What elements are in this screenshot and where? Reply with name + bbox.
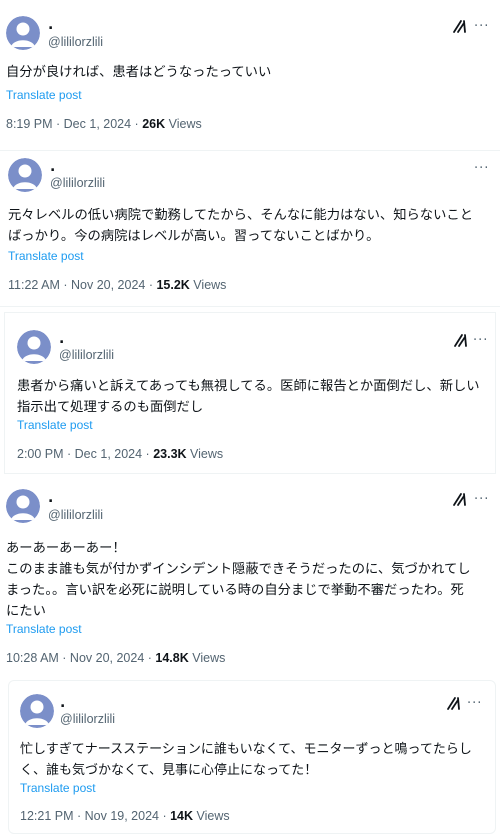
author-handle[interactable]: @lililorzlili — [48, 34, 103, 50]
more-options-icon[interactable]: ··· — [473, 334, 488, 347]
view-count: 14K — [170, 809, 194, 823]
default-avatar-icon — [6, 16, 40, 50]
post-timestamp[interactable]: 2:00 PM · Dec 1, 2024 · — [17, 447, 153, 461]
grok-icon[interactable] — [452, 491, 468, 507]
post-timestamp[interactable]: 10:28 AM · Nov 20, 2024 · — [6, 651, 155, 665]
post-text-line: 忙しすぎてナースステーションに誰もいなくて、モニターずっと鳴ってたらし — [20, 742, 472, 757]
post-timestamp[interactable]: 12:21 PM · Nov 19, 2024 · — [20, 809, 170, 823]
post-card[interactable]: . @lililorzlili ··· 忙しすぎてナースステーションに誰もいなく… — [8, 680, 496, 834]
post-meta: 2:00 PM · Dec 1, 2024 · 23.3K Views — [17, 446, 223, 462]
grok-icon[interactable] — [452, 18, 468, 34]
views-label: Views — [189, 278, 227, 292]
translate-post-link[interactable]: Translate post — [6, 87, 82, 103]
post-text-line: にたい — [6, 604, 46, 619]
post-text-line: 自分が良ければ、患者はどうなったっていい — [6, 65, 272, 80]
author-name[interactable]: . — [50, 160, 55, 174]
post-meta: 8:19 PM · Dec 1, 2024 · 26K Views — [6, 116, 202, 132]
translate-post-link[interactable]: Translate post — [6, 621, 82, 637]
author-handle[interactable]: @lililorzlili — [59, 347, 114, 363]
more-options-icon[interactable]: ··· — [467, 697, 482, 710]
avatar[interactable] — [17, 330, 51, 364]
post-text: 患者から痛いと訴えてあっても無視してる。医師に報告とか面倒だし、新しい 指示出て… — [17, 376, 480, 418]
grok-icon[interactable] — [453, 332, 469, 348]
post-card[interactable]: . @lililorzlili ··· 患者から痛いと訴えてあっても無視してる。… — [4, 312, 496, 474]
grok-icon[interactable] — [446, 695, 462, 711]
post-text-line: このまま誰も気が付かずインシデント隠蔽できそうだったのに、気づかれてし — [6, 562, 471, 577]
more-options-icon[interactable]: ··· — [474, 20, 489, 33]
translate-post-link[interactable]: Translate post — [8, 248, 84, 264]
post-meta: 12:21 PM · Nov 19, 2024 · 14K Views — [20, 808, 230, 824]
post-timestamp[interactable]: 11:22 AM · Nov 20, 2024 · — [8, 278, 156, 292]
post-text: 自分が良ければ、患者はどうなったっていい — [6, 62, 271, 83]
translate-post-link[interactable]: Translate post — [17, 417, 93, 433]
default-avatar-icon — [8, 158, 42, 192]
view-count: 23.3K — [153, 447, 187, 461]
author-name[interactable]: . — [60, 696, 65, 710]
more-options-icon[interactable]: ··· — [474, 162, 489, 175]
author-name[interactable]: . — [59, 332, 64, 346]
author-handle[interactable]: @lililorzlili — [48, 507, 103, 523]
view-count: 14.8K — [155, 651, 189, 665]
default-avatar-icon — [20, 694, 54, 728]
translate-post-link[interactable]: Translate post — [20, 780, 96, 796]
post-text-line: あーあーあーあー！ — [6, 541, 126, 556]
post-text: 元々レベルの低い病院で勤務してたから、そんなに能力はない、知らないこと ばっかり… — [8, 205, 473, 247]
avatar[interactable] — [6, 489, 40, 523]
views-label: Views — [193, 809, 230, 823]
avatar[interactable] — [6, 16, 40, 50]
post-meta: 10:28 AM · Nov 20, 2024 · 14.8K Views — [6, 650, 225, 666]
post-text: 忙しすぎてナースステーションに誰もいなくて、モニターずっと鳴ってたらし く、誰も… — [20, 739, 472, 781]
post-text-line: ばっかり。今の病院はレベルが高い。習ってないことばかり。 — [8, 229, 380, 244]
view-count: 15.2K — [156, 278, 190, 292]
post-timestamp[interactable]: 8:19 PM · Dec 1, 2024 · — [6, 117, 142, 131]
views-label: Views — [188, 651, 226, 665]
post-text-line: 患者から痛いと訴えてあっても無視してる。医師に報告とか面倒だし、新しい — [17, 379, 480, 394]
post-text-line: まった。。言い訳を必死に説明している時の自分まじで挙動不審だったわ。死 — [6, 583, 464, 598]
view-count: 26K — [142, 117, 166, 131]
author-name[interactable]: . — [48, 491, 53, 505]
views-label: Views — [186, 447, 224, 461]
divider — [0, 306, 500, 307]
default-avatar-icon — [6, 489, 40, 523]
views-label: Views — [165, 117, 202, 131]
post-text-line: 元々レベルの低い病院で勤務してたから、そんなに能力はない、知らないこと — [8, 208, 473, 223]
post-meta: 11:22 AM · Nov 20, 2024 · 15.2K Views — [8, 277, 226, 293]
post-card[interactable]: . @lililorzlili ··· 元々レベルの低い病院で勤務してたから、そ… — [0, 151, 500, 303]
author-handle[interactable]: @lililorzlili — [60, 711, 115, 727]
author-handle[interactable]: @lililorzlili — [50, 175, 105, 191]
post-card[interactable]: . @lililorzlili ··· 自分が良ければ、患者はどうなったっていい… — [0, 0, 500, 150]
avatar[interactable] — [8, 158, 42, 192]
post-text-line: く、誰も気づかなくて、見事に心停止になってた！ — [20, 763, 318, 778]
author-name[interactable]: . — [48, 18, 53, 32]
avatar[interactable] — [20, 694, 54, 728]
post-text-line: 指示出て処理するのも面倒だし — [17, 400, 204, 415]
post-text: あーあーあーあー！ このまま誰も気が付かずインシデント隠蔽できそうだったのに、気… — [6, 538, 471, 622]
more-options-icon[interactable]: ··· — [474, 493, 489, 506]
default-avatar-icon — [17, 330, 51, 364]
post-card[interactable]: . @lililorzlili ··· あーあーあーあー！ このまま誰も気が付か… — [0, 480, 500, 675]
